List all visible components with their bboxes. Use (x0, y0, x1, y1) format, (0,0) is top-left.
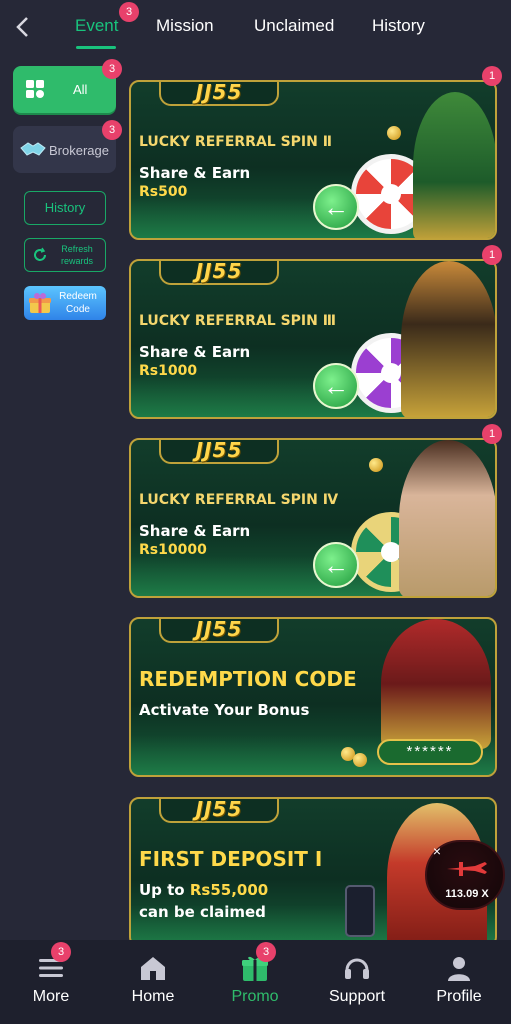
airplane-icon (447, 862, 487, 876)
sidebar-item-label: Brokerage (49, 143, 109, 158)
character-illustration (401, 261, 495, 417)
refresh-rewards-button[interactable]: Refresh rewards (24, 238, 106, 272)
tab-active-indicator (76, 46, 116, 49)
back-button[interactable] (12, 14, 34, 40)
nav-item-support[interactable]: Support (307, 940, 407, 1024)
nav-item-label: Support (328, 988, 386, 1005)
tab-mission[interactable]: Mission (156, 16, 214, 36)
code-field-display: ****** (377, 739, 483, 765)
redeem-code-button[interactable]: Redeem Code (24, 286, 106, 320)
sidebar-item-all[interactable]: All (13, 66, 116, 113)
nav-item-label: Profile (436, 988, 482, 1005)
nav-item-profile[interactable]: Profile (409, 940, 509, 1024)
banner-subtitle: Share & Earn (139, 164, 251, 182)
tab-history[interactable]: History (372, 16, 425, 36)
tab-event[interactable]: Event (75, 16, 118, 36)
nav-promo-badge: 3 (256, 942, 276, 962)
headset-icon (345, 958, 369, 979)
sidebar-history-button[interactable]: History (24, 191, 106, 225)
tab-event-badge: 3 (119, 2, 139, 22)
close-icon[interactable]: × (428, 842, 446, 860)
sidebar-all-badge: 3 (102, 59, 122, 79)
banner-title: FIRST DEPOSIT Ⅰ (139, 847, 323, 871)
arrow-left-icon: ← (313, 363, 359, 409)
banner-line-2: can be claimed (139, 903, 266, 921)
multiplier-value: 113.09 X (445, 888, 489, 900)
character-illustration (399, 440, 495, 596)
promo-banner-referral-spin-2[interactable]: JJ55 LUCKY REFERRAL SPIN Ⅱ Share & Earn … (129, 80, 497, 240)
brand-logo: JJ55 (159, 82, 279, 106)
promo-banner-referral-spin-4[interactable]: JJ55 LUCKY REFERRAL SPIN Ⅳ Share & Earn … (129, 438, 497, 598)
redeem-code-label: Redeem Code (59, 291, 97, 315)
grid-icon (26, 80, 44, 98)
nav-item-home[interactable]: Home (103, 940, 203, 1024)
gift-icon (29, 293, 51, 313)
nav-item-label: Promo (231, 988, 279, 1005)
banner-line-1: Up to Rs55,000 (139, 881, 269, 899)
promo-banner-redemption-code[interactable]: JJ55 REDEMPTION CODE Activate Your Bonus… (129, 617, 497, 777)
banner-amount: Rs55,000 (189, 881, 269, 899)
tab-unclaimed[interactable]: Unclaimed (254, 16, 334, 36)
home-icon (141, 957, 165, 980)
banner-amount: Rs1000 (139, 363, 198, 379)
phone-illustration (345, 885, 375, 937)
sidebar-brokerage-badge: 3 (102, 120, 122, 140)
banner-amount: Rs500 (139, 184, 188, 200)
banner-badge: 1 (482, 424, 502, 444)
banner-title: LUCKY REFERRAL SPIN Ⅱ (139, 134, 332, 150)
banner-title: LUCKY REFERRAL SPIN Ⅲ (139, 313, 336, 329)
brand-logo: JJ55 (159, 619, 279, 643)
nav-item-label: More (32, 988, 70, 1005)
banner-subtitle: Share & Earn (139, 522, 251, 540)
brand-logo: JJ55 (159, 799, 279, 823)
banner-title: REDEMPTION CODE (139, 667, 357, 691)
nav-more-badge: 3 (51, 942, 71, 962)
promo-banner-referral-spin-3[interactable]: JJ55 LUCKY REFERRAL SPIN Ⅲ Share & Earn … (129, 259, 497, 419)
banner-subtitle: Activate Your Bonus (139, 701, 310, 719)
top-nav: Event 3 Mission Unclaimed History (0, 0, 511, 56)
refresh-icon (34, 247, 46, 261)
bottom-nav: More 3 Home Promo 3 Support Profile (0, 940, 511, 1024)
nav-item-promo[interactable]: Promo (205, 940, 305, 1024)
character-illustration (381, 619, 491, 749)
brand-logo: JJ55 (159, 440, 279, 464)
banner-title: LUCKY REFERRAL SPIN Ⅳ (139, 492, 339, 508)
banner-amount: Rs10000 (139, 542, 207, 558)
banner-badge: 1 (482, 245, 502, 265)
chevron-left-icon (16, 17, 28, 37)
user-icon (448, 957, 470, 981)
banner-subtitle: Share & Earn (139, 343, 251, 361)
sidebar-item-label: All (73, 82, 88, 97)
handshake-icon (20, 142, 46, 156)
sidebar-item-brokerage[interactable]: Brokerage (13, 126, 116, 173)
brand-logo: JJ55 (159, 261, 279, 285)
character-illustration (413, 92, 495, 238)
refresh-rewards-label: Refresh rewards (60, 244, 93, 266)
arrow-left-icon: ← (313, 542, 359, 588)
arrow-left-icon: ← (313, 184, 359, 230)
banner-badge: 1 (482, 66, 502, 86)
nav-item-label: Home (131, 988, 175, 1005)
